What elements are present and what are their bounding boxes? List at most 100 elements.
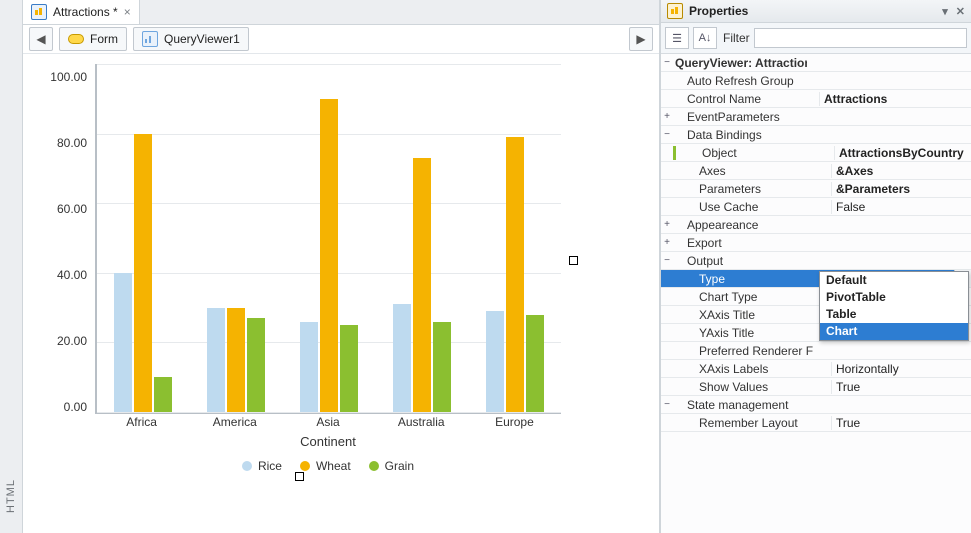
prop-label: Appeareance [673, 218, 819, 232]
filter-label: Filter [721, 31, 750, 45]
x-tick: Europe [468, 415, 561, 429]
legend-label: Grain [385, 459, 414, 473]
dropdown-option-pivottable[interactable]: PivotTable [820, 289, 968, 306]
x-tick: Asia [281, 415, 374, 429]
prop-value[interactable]: Horizontally [831, 362, 971, 376]
left-rail-label: HTML [5, 479, 17, 513]
dropdown-option-chart[interactable]: Chart [820, 323, 968, 340]
prop-value[interactable]: False [831, 200, 971, 214]
selection-handle[interactable] [295, 472, 304, 481]
breadcrumb-next-button[interactable]: ▶ [629, 27, 653, 51]
breadcrumb-queryviewer-button[interactable]: QueryViewer1 [133, 27, 249, 51]
collapse-icon[interactable]: − [661, 400, 673, 410]
collapse-icon[interactable]: − [661, 58, 673, 68]
prop-label: YAxis Title [673, 326, 831, 340]
legend-swatch-icon [369, 461, 379, 471]
prop-row-data-bindings[interactable]: − Data Bindings [661, 126, 971, 144]
prop-value[interactable]: &Parameters [831, 182, 971, 196]
properties-panel: Properties ▾ ✕ ☰ A↓ Filter − QueryViewer… [660, 0, 971, 533]
breadcrumb-form-label: Form [90, 32, 118, 46]
editor-pane: Attractions * × ◀ Form QueryViewer1 ▶ 10… [23, 0, 660, 533]
chart-control[interactable]: 100.0080.0060.0040.0020.000.00 AfricaAme… [41, 64, 561, 473]
document-tab-attractions[interactable]: Attractions * × [23, 0, 140, 24]
legend-swatch-icon [300, 461, 310, 471]
x-tick: Australia [375, 415, 468, 429]
prop-row-object[interactable]: Object AttractionsByCountry [661, 144, 971, 162]
form-icon [68, 34, 84, 44]
prop-row-control-name[interactable]: Control Name Attractions [661, 90, 971, 108]
prop-row-export[interactable]: + Export [661, 234, 971, 252]
collapse-icon[interactable]: − [661, 256, 673, 266]
bar-grain [526, 315, 544, 412]
prop-row-preferred-renderer[interactable]: Preferred Renderer F [661, 342, 971, 360]
grid-header: − QueryViewer: Attractions [661, 54, 971, 72]
close-icon[interactable]: × [124, 5, 131, 19]
prop-row-auto-refresh[interactable]: Auto Refresh Group [661, 72, 971, 90]
dropdown-option-table[interactable]: Table [820, 306, 968, 323]
prop-label: Use Cache [673, 200, 831, 214]
prop-value[interactable]: True [831, 380, 971, 394]
collapse-icon[interactable]: − [661, 130, 673, 140]
expand-icon[interactable]: + [661, 112, 673, 122]
chart-legend: RiceWheatGrain [95, 449, 561, 473]
prop-label: Data Bindings [673, 128, 819, 142]
x-tick: America [188, 415, 281, 429]
prop-label: Show Values [673, 380, 831, 394]
bar-grain [340, 325, 358, 412]
pin-icon[interactable]: ▾ [942, 5, 948, 18]
legend-item-wheat: Wheat [300, 459, 351, 473]
prop-row-event-parameters[interactable]: + EventParameters [661, 108, 971, 126]
document-tabstrip: Attractions * × [23, 0, 659, 25]
design-canvas[interactable]: 100.0080.0060.0040.0020.000.00 AfricaAme… [23, 54, 659, 533]
bar-wheat [413, 158, 431, 412]
queryviewer-small-icon [142, 31, 158, 47]
prop-row-appearance[interactable]: + Appeareance [661, 216, 971, 234]
breadcrumb-prev-button[interactable]: ◀ [29, 27, 53, 51]
breadcrumb-bar: ◀ Form QueryViewer1 ▶ [23, 25, 659, 54]
y-tick: 80.00 [41, 136, 87, 150]
legend-label: Wheat [316, 459, 351, 473]
prop-value[interactable]: True [831, 416, 971, 430]
left-rail: HTML [0, 0, 23, 533]
prop-label: XAxis Labels [673, 362, 831, 376]
close-panel-icon[interactable]: ✕ [956, 5, 965, 18]
x-tick: Africa [95, 415, 188, 429]
prop-label: Parameters [673, 182, 831, 196]
bar-rice [393, 304, 411, 412]
prop-row-xaxis-labels[interactable]: XAxis Labels Horizontally [661, 360, 971, 378]
prop-label: Type [673, 272, 831, 286]
expand-icon[interactable]: + [661, 220, 673, 230]
filter-input[interactable] [754, 28, 967, 48]
prop-label: EventParameters [673, 110, 819, 124]
prop-row-use-cache[interactable]: Use Cache False [661, 198, 971, 216]
prop-row-remember-layout[interactable]: Remember Layout True [661, 414, 971, 432]
dropdown-option-default[interactable]: Default [820, 272, 968, 289]
expand-icon[interactable]: + [661, 238, 673, 248]
queryviewer-icon [31, 4, 47, 20]
y-tick: 60.00 [41, 202, 87, 216]
properties-title: Properties [689, 4, 748, 18]
prop-label: Output [673, 254, 819, 268]
prop-label: Axes [673, 164, 831, 178]
prop-row-parameters[interactable]: Parameters &Parameters [661, 180, 971, 198]
prop-value[interactable]: AttractionsByCountry [834, 146, 971, 160]
prop-value[interactable]: &Axes [831, 164, 971, 178]
prop-row-show-values[interactable]: Show Values True [661, 378, 971, 396]
bar-grain [433, 322, 451, 412]
legend-swatch-icon [242, 461, 252, 471]
sort-az-button[interactable]: A↓ [693, 27, 717, 49]
selection-handle[interactable] [569, 256, 578, 265]
prop-row-output[interactable]: − Output [661, 252, 971, 270]
categorize-button[interactable]: ☰ [665, 27, 689, 49]
y-tick: 0.00 [41, 400, 87, 414]
breadcrumb-form-button[interactable]: Form [59, 27, 127, 51]
chart-x-label: Continent [95, 430, 561, 449]
prop-label: XAxis Title [673, 308, 831, 322]
prop-row-axes[interactable]: Axes &Axes [661, 162, 971, 180]
breadcrumb-queryviewer-label: QueryViewer1 [164, 32, 240, 46]
prop-row-state-management[interactable]: − State management [661, 396, 971, 414]
y-tick: 40.00 [41, 268, 87, 282]
type-dropdown[interactable]: DefaultPivotTableTableChart [819, 271, 969, 341]
chart-plot-area [95, 64, 561, 414]
prop-value[interactable]: Attractions [819, 92, 971, 106]
